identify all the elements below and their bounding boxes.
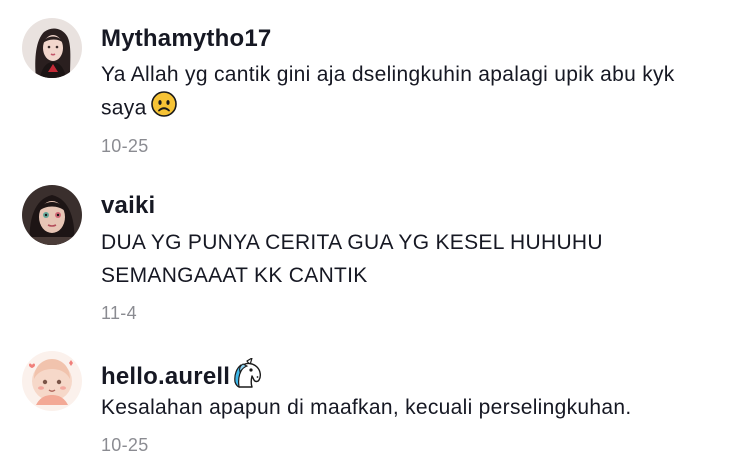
- comment-date: 10-25: [101, 136, 149, 156]
- worried-face-icon: [150, 91, 177, 127]
- avatar[interactable]: [22, 185, 82, 245]
- comment-text: DUA YG PUNYA CERITA GUA YG KESEL HUHUHU …: [101, 226, 711, 292]
- comment-text: Kesalahan apapun di maafkan, kecuali per…: [101, 391, 711, 424]
- avatar[interactable]: [22, 351, 82, 411]
- avatar[interactable]: [22, 18, 82, 78]
- comment-text: Ya Allah yg cantik gini aja dselingkuhin…: [101, 58, 711, 127]
- comment-text-line: DUA YG PUNYA CERITA GUA YG KESEL HUHUHU: [101, 231, 603, 254]
- comment-username[interactable]: vaiki: [101, 192, 155, 220]
- comment-date: 11-4: [101, 303, 137, 323]
- comment-username[interactable]: hello.aurell: [101, 357, 263, 395]
- comment-item: vaiki DUA YG PUNYA CERITA GUA YG KESEL H…: [0, 170, 739, 340]
- avatar-woman-selfie-icon: [22, 185, 82, 245]
- comment-item: hello.aurell Kesalahan apapun di maafkan…: [0, 340, 739, 466]
- comment-item: Mythamytho17 Ya Allah yg cantik gini aja…: [0, 0, 739, 170]
- comment-text-line: SEMANGAAAT KK CANTIK: [101, 264, 368, 287]
- comment-username-text: hello.aurell: [101, 363, 231, 390]
- unicorn-icon: [231, 357, 263, 395]
- comment-username[interactable]: Mythamytho17: [101, 25, 271, 53]
- avatar-woman-dark-hair-icon: [22, 18, 82, 78]
- avatar-cartoon-girl-icon: [22, 351, 82, 411]
- comment-text-content: Kesalahan apapun di maafkan, kecuali per…: [101, 396, 632, 419]
- comment-text-content: Ya Allah yg cantik gini aja dselingkuhin…: [101, 63, 675, 120]
- comment-date: 10-25: [101, 435, 149, 455]
